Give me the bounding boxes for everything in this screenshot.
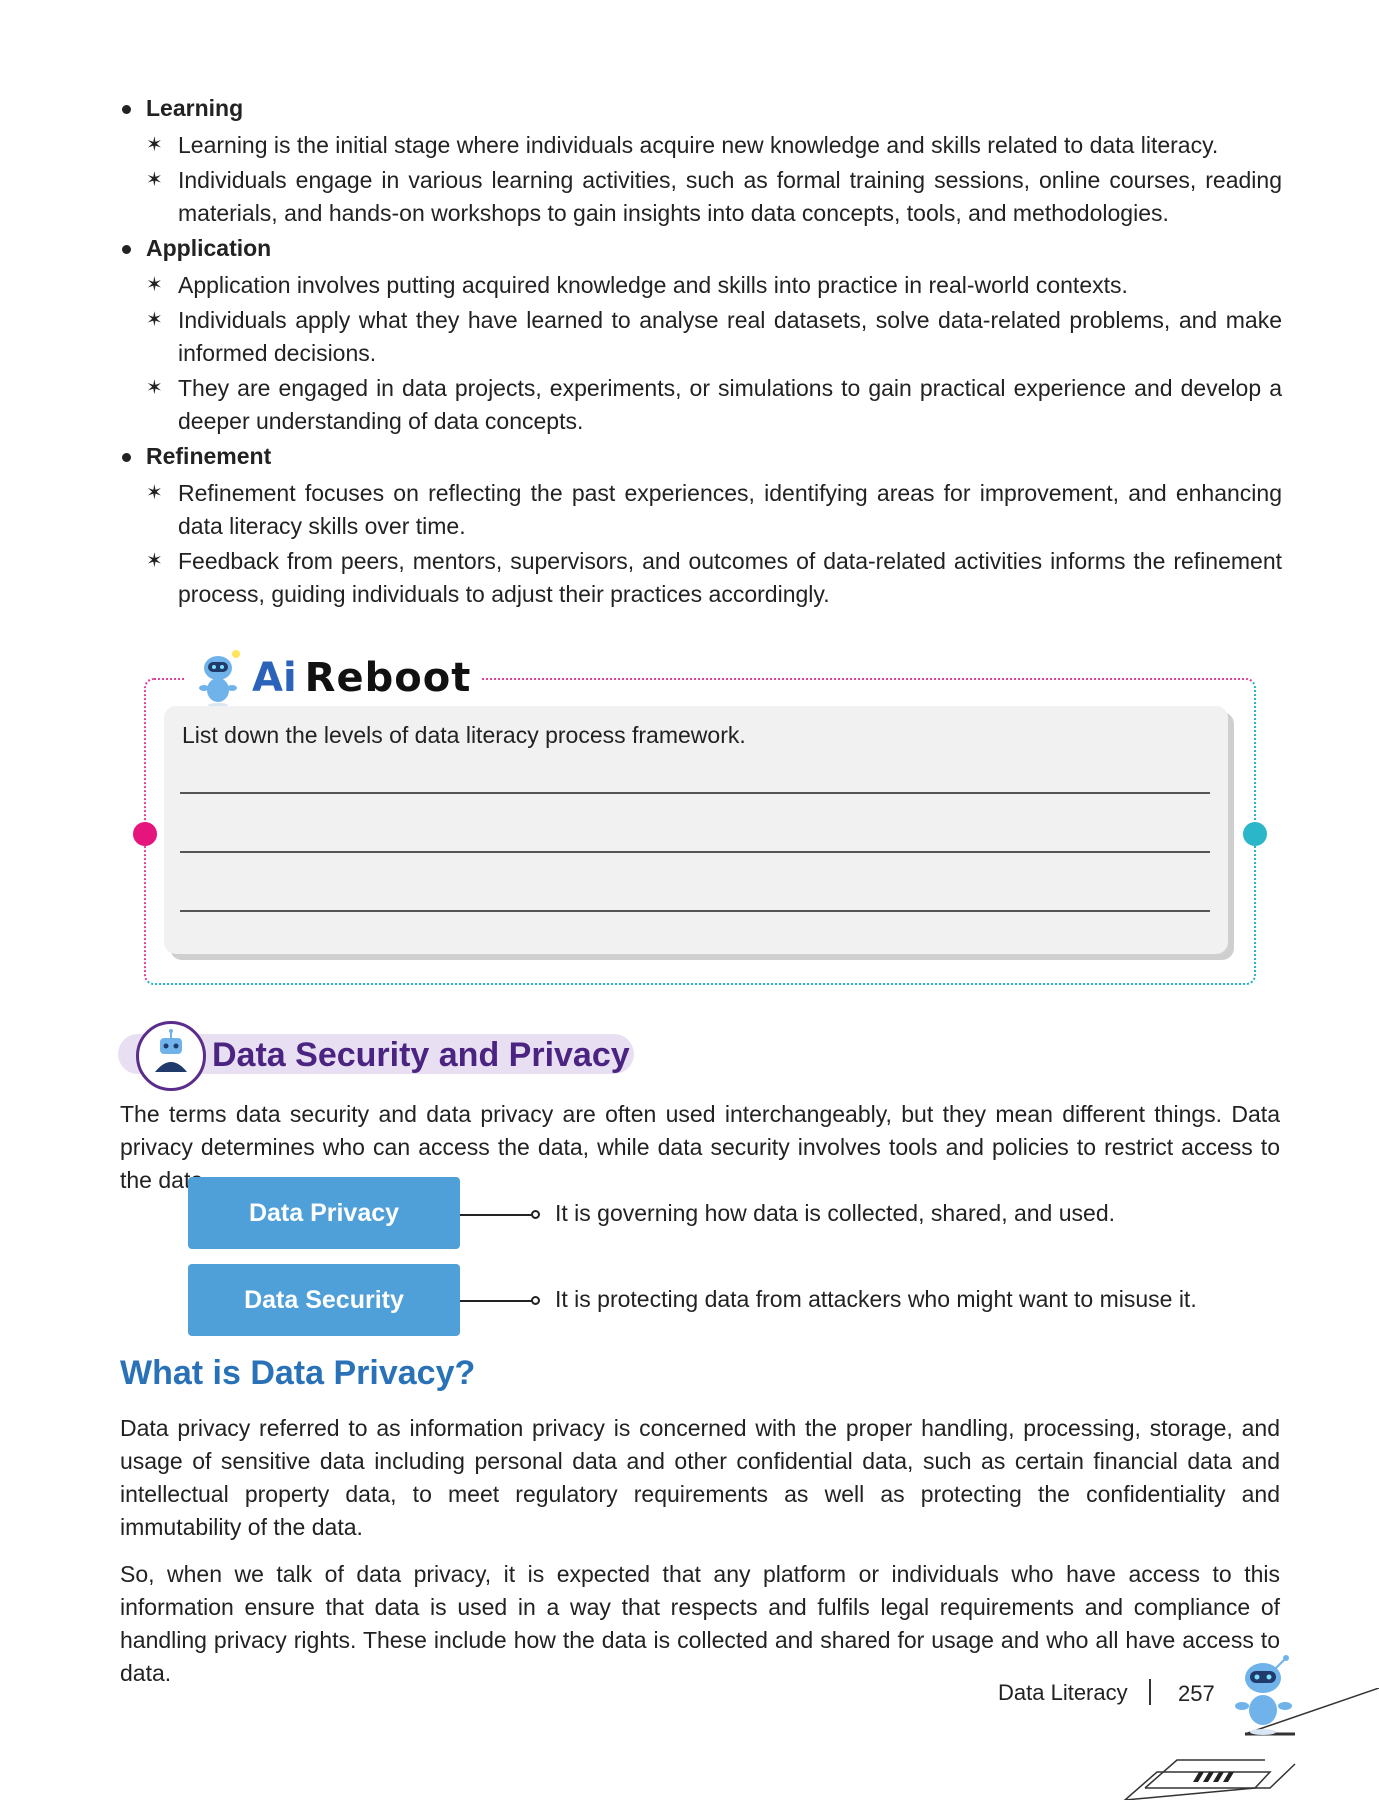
bullet-application: Application ✶ Application involves puttin… [122, 232, 1282, 438]
privacy-paragraph-2: So, when we talk of data privacy, it is … [120, 1561, 1280, 1686]
star-bullet-icon: ✶ [146, 482, 163, 504]
teal-dot-icon [1243, 822, 1267, 846]
page-number: 257 [1178, 1681, 1215, 1706]
bullet-heading: Application [146, 235, 272, 261]
list-item: ✶ Refinement focuses on reflecting the pa… [146, 477, 1282, 543]
answer-line[interactable] [180, 910, 1210, 912]
bullet-heading: Learning [146, 95, 244, 121]
list-item: ✶ Individuals apply what they have learne… [146, 304, 1282, 370]
list-item: ✶ Application involves putting acquired k… [146, 269, 1282, 302]
ai-reboot-title: Ai Reboot [184, 650, 482, 707]
connector-end-icon [531, 1296, 540, 1305]
pink-dot-icon [133, 822, 157, 846]
ai-reboot-card: List down the levels of data literacy pr… [164, 706, 1228, 954]
bullet-heading: Refinement [146, 443, 272, 469]
star-bullet-icon: ✶ [146, 377, 163, 399]
data-privacy-box: Data Privacy [188, 1177, 460, 1249]
star-bullet-icon: ✶ [146, 169, 163, 191]
footer-divider [1149, 1679, 1151, 1705]
bullet-learning: Learning ✶ Learning is the initial stage … [122, 92, 1282, 230]
list-item: ✶ Feedback from peers, mentors, superviso… [146, 545, 1282, 611]
data-security-box: Data Security [188, 1264, 460, 1336]
bullet-dot [122, 105, 131, 114]
data-privacy-description: It is governing how data is collected, s… [555, 1200, 1116, 1226]
privacy-heading: What is Data Privacy? [120, 1354, 476, 1392]
data-security-description: It is protecting data from attackers who… [555, 1286, 1197, 1312]
connector-line [460, 1210, 540, 1219]
robot-mascot-icon [199, 650, 240, 707]
star-bullet-icon: ✶ [146, 550, 163, 572]
ai-logo-mark: Ai [252, 655, 297, 701]
list-item: ✶ Individuals engage in various learning … [146, 164, 1282, 230]
connector-end-icon [531, 1210, 540, 1219]
footer-book-title: Data Literacy [998, 1680, 1128, 1705]
reboot-heading: Reboot [304, 655, 472, 701]
answer-line[interactable] [180, 851, 1210, 853]
star-bullet-icon: ✶ [146, 134, 163, 156]
section-title: Data Security and Privacy [212, 1036, 630, 1074]
robot-mascot-icon [1235, 1655, 1292, 1735]
bullet-refinement: Refinement ✶ Refinement focuses on reflec… [122, 440, 1282, 611]
bullet-dot [122, 453, 131, 462]
robot-badge-icon [136, 1021, 206, 1091]
process-framework-list: Learning ✶ Learning is the initial stage … [122, 92, 1282, 613]
privacy-paragraph-1: Data privacy referred to as information … [120, 1415, 1280, 1540]
answer-line[interactable] [180, 792, 1210, 794]
bullet-dot [122, 245, 131, 254]
list-item: ✶ Learning is the initial stage where ind… [146, 129, 1282, 162]
textbook-page: Learning ✶ Learning is the initial stage … [0, 0, 1379, 1800]
list-item: ✶ They are engaged in data projects, expe… [146, 372, 1282, 438]
reboot-question: List down the levels of data literacy pr… [182, 722, 746, 748]
star-bullet-icon: ✶ [146, 309, 163, 331]
connector-line [460, 1296, 540, 1305]
star-bullet-icon: ✶ [146, 274, 163, 296]
